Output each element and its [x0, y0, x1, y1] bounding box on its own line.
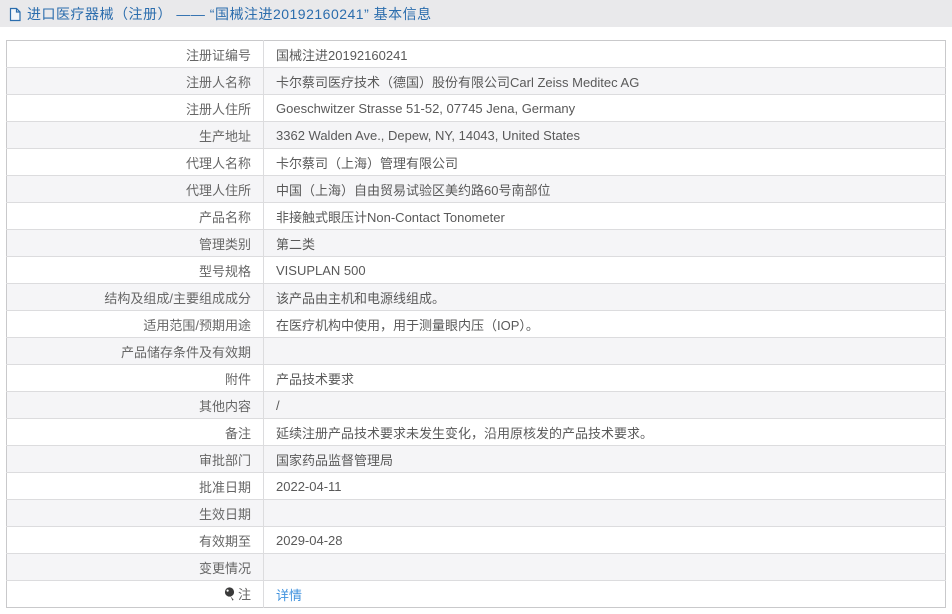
table-row: 注册人住所 Goeschwitzer Strasse 51-52, 07745 …	[7, 95, 946, 122]
table-row: 代理人名称 卡尔蔡司（上海）管理有限公司	[7, 149, 946, 176]
row-label-text: 有效期至	[199, 534, 251, 549]
row-label: 生产地址	[7, 122, 264, 149]
info-table: 注册证编号 国械注进20192160241 注册人名称 卡尔蔡司医疗技术（德国）…	[6, 40, 946, 608]
row-label-text: 管理类别	[199, 237, 251, 252]
row-label: 有效期至	[7, 527, 264, 554]
note-pin-icon	[224, 587, 235, 604]
row-label: 产品储存条件及有效期	[7, 338, 264, 365]
row-label: 管理类别	[7, 230, 264, 257]
row-value: /	[264, 392, 946, 419]
table-row: 其他内容 /	[7, 392, 946, 419]
row-label-text: 批准日期	[199, 480, 251, 495]
table-row: 注册人名称 卡尔蔡司医疗技术（德国）股份有限公司Carl Zeiss Medit…	[7, 68, 946, 95]
row-label-text: 注册证编号	[186, 48, 251, 63]
row-label: 其他内容	[7, 392, 264, 419]
row-label-text: 生产地址	[199, 129, 251, 144]
row-label-text: 适用范围/预期用途	[143, 318, 251, 333]
row-value: 2029-04-28	[264, 527, 946, 554]
row-label-text: 型号规格	[199, 264, 251, 279]
table-row: 产品储存条件及有效期	[7, 338, 946, 365]
row-value	[264, 554, 946, 581]
info-table-wrap: 注册证编号 国械注进20192160241 注册人名称 卡尔蔡司医疗技术（德国）…	[6, 40, 946, 608]
row-value: VISUPLAN 500	[264, 257, 946, 284]
row-label: 产品名称	[7, 203, 264, 230]
row-label-text: 产品储存条件及有效期	[121, 345, 251, 360]
row-label: 附件	[7, 365, 264, 392]
row-label: 注册人名称	[7, 68, 264, 95]
row-value: 第二类	[264, 230, 946, 257]
row-label-text: 代理人住所	[186, 183, 251, 198]
row-label-text: 结构及组成/主要组成成分	[104, 291, 251, 306]
row-label: 批准日期	[7, 473, 264, 500]
table-row: 结构及组成/主要组成成分 该产品由主机和电源线组成。	[7, 284, 946, 311]
table-row: 代理人住所 中国（上海）自由贸易试验区美约路60号南部位	[7, 176, 946, 203]
row-value: 中国（上海）自由贸易试验区美约路60号南部位	[264, 176, 946, 203]
row-label-text: 注册人名称	[186, 75, 251, 90]
table-row: 审批部门 国家药品监督管理局	[7, 446, 946, 473]
row-label: 注册证编号	[7, 41, 264, 68]
row-label-text: 变更情况	[199, 561, 251, 576]
table-row: 生效日期	[7, 500, 946, 527]
row-label-text: 其他内容	[199, 399, 251, 414]
row-label-text: 注册人住所	[186, 102, 251, 117]
table-row: 产品名称 非接触式眼压计Non-Contact Tonometer	[7, 203, 946, 230]
row-value: 非接触式眼压计Non-Contact Tonometer	[264, 203, 946, 230]
row-value: 3362 Walden Ave., Depew, NY, 14043, Unit…	[264, 122, 946, 149]
row-value	[264, 500, 946, 527]
row-value: 详情	[264, 581, 946, 608]
row-label-text: 注	[238, 587, 251, 602]
page-header: 进口医疗器械（注册） —— “国械注进20192160241” 基本信息	[0, 0, 952, 27]
row-label: 注册人住所	[7, 95, 264, 122]
table-row: 适用范围/预期用途 在医疗机构中使用，用于测量眼内压（IOP）。	[7, 311, 946, 338]
table-row: 注册证编号 国械注进20192160241	[7, 41, 946, 68]
row-label-text: 审批部门	[199, 453, 251, 468]
row-label: 生效日期	[7, 500, 264, 527]
table-row: 管理类别 第二类	[7, 230, 946, 257]
row-label: 变更情况	[7, 554, 264, 581]
row-label-text: 产品名称	[199, 210, 251, 225]
table-row: 生产地址 3362 Walden Ave., Depew, NY, 14043,…	[7, 122, 946, 149]
row-label-text: 生效日期	[199, 507, 251, 522]
row-value: 国家药品监督管理局	[264, 446, 946, 473]
table-row: 附件 产品技术要求	[7, 365, 946, 392]
row-label-text: 附件	[225, 372, 251, 387]
info-table-body: 注册证编号 国械注进20192160241 注册人名称 卡尔蔡司医疗技术（德国）…	[7, 41, 946, 608]
row-value: 国械注进20192160241	[264, 41, 946, 68]
page-title: 进口医疗器械（注册） —— “国械注进20192160241” 基本信息	[27, 4, 432, 24]
row-label: 适用范围/预期用途	[7, 311, 264, 338]
row-label: 代理人住所	[7, 176, 264, 203]
row-label: 代理人名称	[7, 149, 264, 176]
row-label: 审批部门	[7, 446, 264, 473]
row-value: 卡尔蔡司医疗技术（德国）股份有限公司Carl Zeiss Meditec AG	[264, 68, 946, 95]
row-value: 产品技术要求	[264, 365, 946, 392]
table-row: 注 详情	[7, 581, 946, 608]
row-value: 卡尔蔡司（上海）管理有限公司	[264, 149, 946, 176]
row-value: 延续注册产品技术要求未发生变化，沿用原核发的产品技术要求。	[264, 419, 946, 446]
table-row: 有效期至 2029-04-28	[7, 527, 946, 554]
row-label: 注	[7, 581, 264, 608]
row-label: 备注	[7, 419, 264, 446]
table-row: 型号规格 VISUPLAN 500	[7, 257, 946, 284]
document-icon	[8, 7, 22, 22]
row-label: 结构及组成/主要组成成分	[7, 284, 264, 311]
row-value	[264, 338, 946, 365]
row-value: Goeschwitzer Strasse 51-52, 07745 Jena, …	[264, 95, 946, 122]
row-value: 2022-04-11	[264, 473, 946, 500]
row-label-text: 代理人名称	[186, 156, 251, 171]
table-row: 备注 延续注册产品技术要求未发生变化，沿用原核发的产品技术要求。	[7, 419, 946, 446]
detail-link[interactable]: 详情	[276, 588, 302, 603]
row-value: 在医疗机构中使用，用于测量眼内压（IOP）。	[264, 311, 946, 338]
row-label-text: 备注	[225, 426, 251, 441]
table-row: 批准日期 2022-04-11	[7, 473, 946, 500]
table-row: 变更情况	[7, 554, 946, 581]
row-value: 该产品由主机和电源线组成。	[264, 284, 946, 311]
row-label: 型号规格	[7, 257, 264, 284]
